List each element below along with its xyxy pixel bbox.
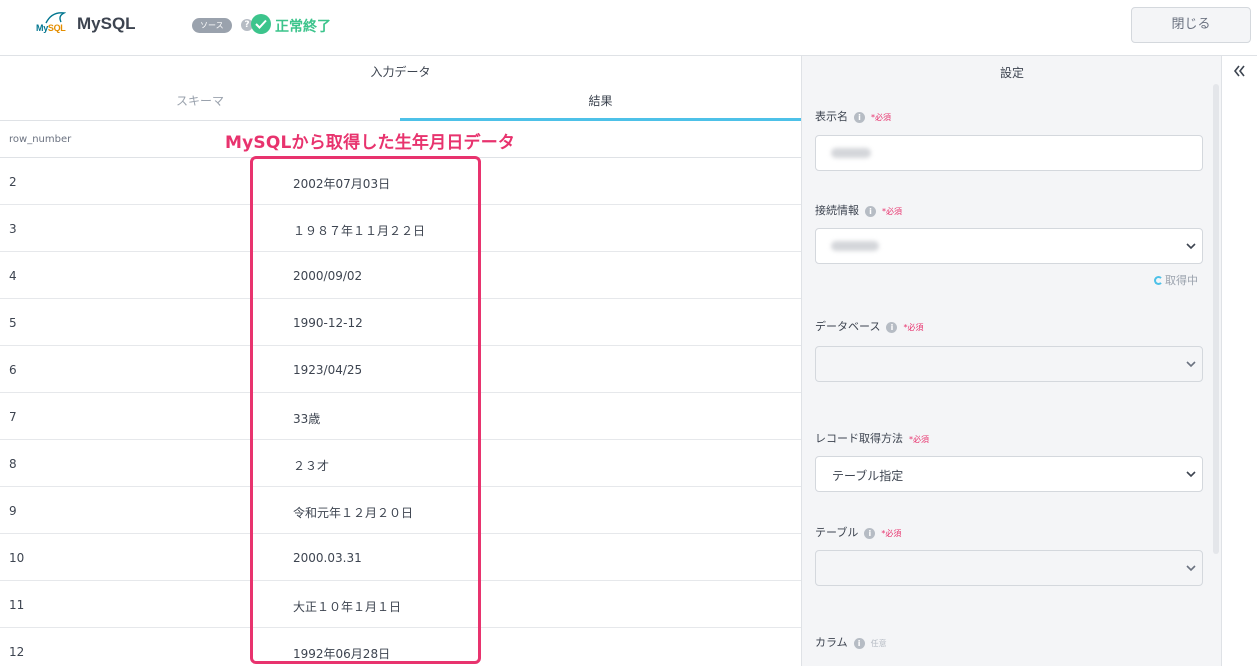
- table-row: 12 1992年06月28日: [0, 628, 801, 666]
- collapse-strip: [1221, 56, 1257, 666]
- database-label: データベース i *必須: [815, 320, 924, 333]
- row-value: 1923/04/25: [293, 363, 363, 377]
- row-number: 9: [9, 504, 17, 518]
- row-number: 8: [9, 457, 17, 471]
- chevron-down-icon: [1186, 471, 1196, 478]
- required-mark: *必須: [909, 435, 929, 444]
- row-value: 2000/09/02: [293, 269, 363, 283]
- required-mark: *必須: [871, 113, 891, 122]
- info-icon[interactable]: i: [864, 528, 876, 539]
- table-row: 4 2000/09/02: [0, 252, 801, 299]
- info-icon[interactable]: i: [853, 638, 865, 649]
- row-number: 12: [9, 645, 25, 659]
- close-button[interactable]: 閉じる: [1131, 7, 1251, 43]
- record-method-value: テーブル指定: [832, 469, 904, 483]
- required-mark: *必須: [881, 529, 902, 538]
- settings-scrollbar[interactable]: [1213, 84, 1219, 554]
- tab-result[interactable]: 結果: [400, 93, 801, 121]
- table-row: 8 ２３才: [0, 440, 801, 487]
- display-name-input[interactable]: [815, 135, 1203, 171]
- row-number: 5: [9, 316, 17, 330]
- spinner-icon: [1154, 276, 1163, 285]
- mysql-logo: MySQL: [34, 11, 68, 37]
- table-label: テーブル i *必須: [815, 526, 902, 539]
- row-value: 1990-12-12: [293, 316, 363, 330]
- row-number: 3: [9, 222, 17, 236]
- optional-mark: 任意: [870, 639, 887, 648]
- row-value: 大正１０年１月１日: [293, 600, 402, 614]
- chevron-down-icon: [1186, 243, 1196, 250]
- double-chevron-left-icon[interactable]: [1231, 63, 1247, 79]
- row-number: 2: [9, 175, 17, 189]
- tab-schema[interactable]: スキーマ: [0, 93, 400, 121]
- table-row: 2 2002年07月03日: [0, 158, 801, 205]
- table-select[interactable]: [815, 550, 1203, 586]
- required-mark: *必須: [903, 323, 924, 332]
- display-name-label: 表示名 i *必須: [815, 110, 891, 123]
- table-row: 9 令和元年１２月２０日: [0, 487, 801, 534]
- row-number: 4: [9, 269, 17, 283]
- connection-label: 接続情報 i *必須: [815, 204, 902, 217]
- input-data-title: 入力データ: [370, 65, 431, 79]
- table-row: 6 1923/04/25: [0, 346, 801, 393]
- info-icon[interactable]: i: [854, 112, 865, 123]
- connection-select[interactable]: [815, 228, 1203, 264]
- row-number: 10: [9, 551, 25, 565]
- blurred-value: [831, 148, 871, 158]
- blurred-value: [831, 241, 879, 251]
- record-method-label: レコード取得方法 *必須: [815, 432, 929, 445]
- row-value: 2000.03.31: [293, 551, 362, 565]
- row-value: 33歳: [293, 412, 321, 426]
- settings-title: 設定: [999, 66, 1024, 80]
- row-number: 11: [9, 598, 25, 612]
- settings-panel: 設定 表示名 i *必須 接続情報 i *必須 取得中 データベース i *必須 レコード取…: [801, 56, 1221, 666]
- database-select[interactable]: [815, 346, 1203, 382]
- row-number: 6: [9, 363, 17, 377]
- header-bar: MySQL MySQL ソース ? 正常終了 閉じる: [0, 0, 1257, 56]
- row-number: 7: [9, 410, 17, 424]
- table-row: 11 大正１０年１月１日: [0, 581, 801, 628]
- table-row: 3 １９８７年１１月２２日: [0, 205, 801, 252]
- record-method-select[interactable]: テーブル指定: [815, 456, 1203, 492]
- check-circle-icon: [251, 14, 271, 34]
- row-value: 1992年06月28日: [293, 647, 391, 661]
- row-value: １９８７年１１月２２日: [293, 224, 426, 238]
- chevron-down-icon: [1186, 565, 1196, 572]
- connection-loading: 取得中: [1154, 272, 1198, 288]
- table-row: 7 33歳: [0, 393, 801, 440]
- row-value: 令和元年１２月２０日: [293, 506, 414, 520]
- info-icon[interactable]: i: [886, 322, 898, 333]
- source-badge: ソース: [192, 18, 232, 33]
- table-row: 10 2000.03.31: [0, 534, 801, 581]
- row-value: ２３才: [293, 459, 330, 473]
- chevron-down-icon: [1186, 361, 1196, 368]
- required-mark: *必須: [882, 207, 902, 216]
- info-icon[interactable]: i: [865, 206, 876, 217]
- app-title: MySQL: [77, 14, 136, 33]
- status-text: 正常終了: [275, 19, 331, 35]
- row-value: 2002年07月03日: [293, 177, 391, 191]
- logo-text: MySQL: [36, 23, 66, 33]
- column-header-row-number: row_number: [9, 134, 72, 145]
- table-row: 5 1990-12-12: [0, 299, 801, 346]
- column-label: カラム i 任意: [815, 636, 887, 649]
- annotation-title: MySQLから取得した生年月日データ: [225, 133, 516, 153]
- input-data-panel: 入力データ スキーマ 結果 row_number MySQLから取得した生年月日…: [0, 56, 801, 666]
